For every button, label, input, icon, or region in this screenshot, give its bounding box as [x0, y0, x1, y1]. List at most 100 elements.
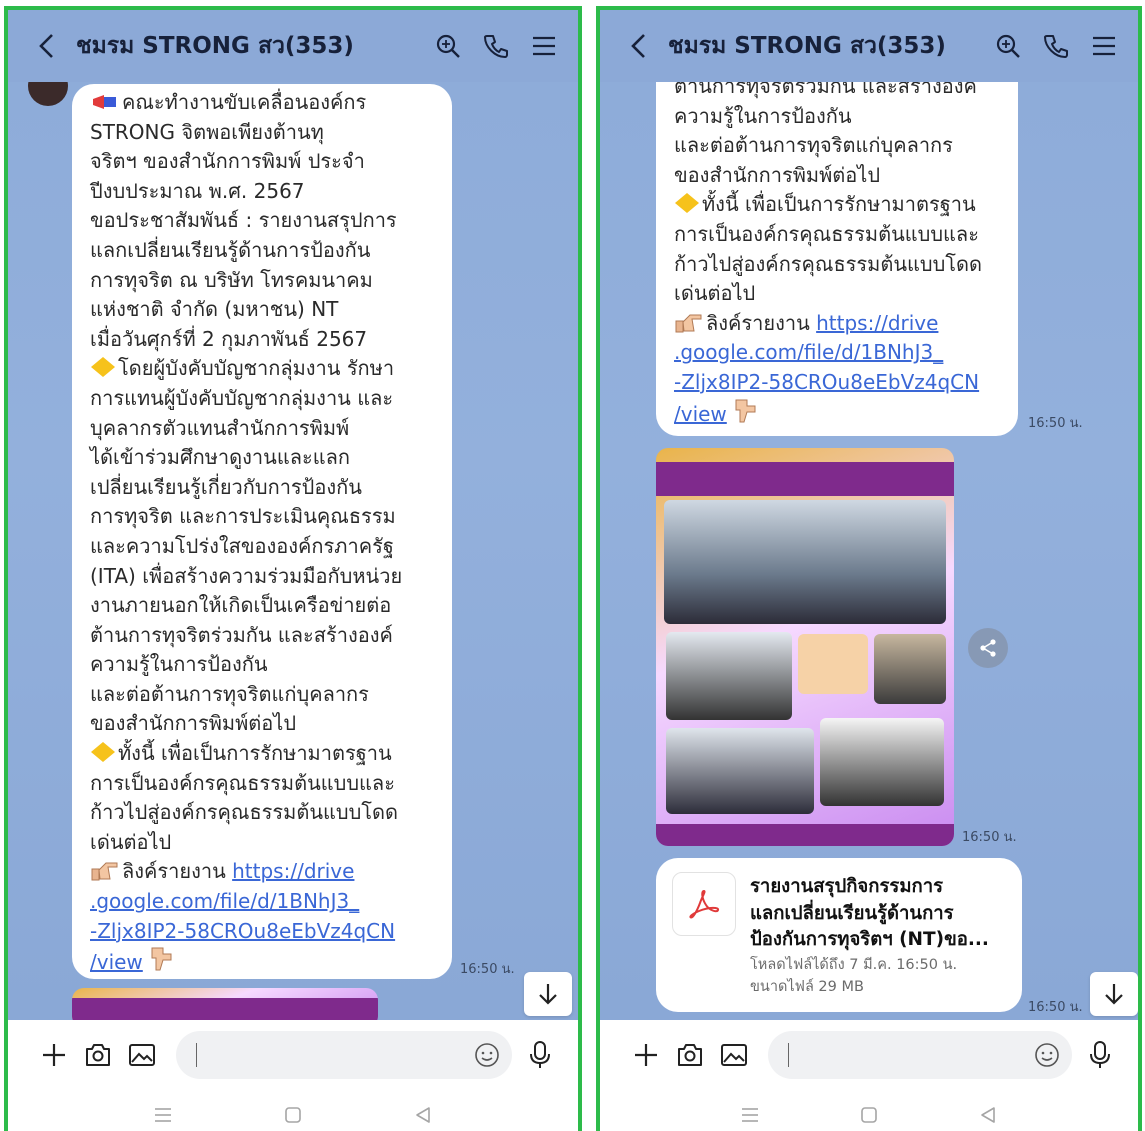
emoji-icon[interactable] [474, 1042, 500, 1068]
microphone-icon [1090, 1041, 1110, 1068]
left-phone-screenshot: ชมรม STRONG สว(353) คณะทำงานขับเคลื่อนอง… [4, 6, 582, 1131]
camera-button[interactable] [670, 1035, 710, 1075]
report-link[interactable]: .google.com/file/d/1BNhJ3_ [674, 338, 1000, 368]
report-image[interactable] [656, 448, 954, 846]
search-icon [436, 34, 460, 58]
message-line: เด่นต่อไป [674, 281, 756, 306]
chat-header: ชมรม STRONG สว(353) [8, 10, 578, 82]
message-line: ทั้งนี้ เพื่อเป็นการรักษามาตรฐาน [702, 192, 976, 217]
yellow-diamond-icon [675, 193, 699, 214]
share-icon [980, 639, 996, 657]
link-prefix: ลิงค์รายงาน [706, 310, 810, 335]
message-line: และต่อต้านการทุจริตแก่บุคลากร [674, 133, 953, 158]
message-time: 16:50 น. [460, 962, 515, 977]
message-line: คณะทำงานขับเคลื่อนองค์กร [122, 90, 367, 114]
message-line: ปีงบประมาณ พ.ศ. 2567 [90, 178, 305, 203]
call-button[interactable] [476, 26, 516, 66]
chat-title: ชมรม STRONG สว(353) [668, 33, 946, 59]
message-line: เปลี่ยนเรียนรู้เกี่ยวกับการป้องกัน [90, 474, 362, 499]
message-line: ของสำนักการพิมพ์ต่อไป [90, 711, 297, 736]
share-button[interactable] [968, 628, 1008, 668]
add-button[interactable] [626, 1035, 666, 1075]
back-nav-button[interactable] [968, 1100, 1008, 1130]
recent-apps-button[interactable] [730, 1100, 770, 1130]
message-line: ต้านการทุจริตร่วมกัน และสร้างองค์ [90, 622, 393, 647]
home-button[interactable] [849, 1100, 889, 1130]
message-line: ก้าวไปสู่องค์กรคุณธรรมต้นแบบโดด [674, 251, 983, 276]
gallery-button[interactable] [122, 1035, 162, 1075]
report-link[interactable]: -Zljx8IP2-58CROu8eEbVz4qCN [674, 368, 1000, 398]
plus-icon [635, 1044, 657, 1066]
report-link[interactable]: https://drive [232, 859, 354, 883]
home-button[interactable] [273, 1100, 313, 1130]
report-image-thumbnail[interactable] [72, 988, 378, 1020]
message-time: 16:50 น. [1028, 416, 1083, 431]
message-input-bar [600, 1020, 1138, 1090]
report-link[interactable]: -Zljx8IP2-58CROu8eEbVz4qCN [90, 917, 434, 947]
message-input[interactable] [176, 1031, 512, 1079]
message-line: ขอประชาสัมพันธ์ : รายงานสรุปการ [90, 208, 397, 233]
report-link[interactable]: /view [90, 950, 143, 974]
voice-button[interactable] [1080, 1035, 1120, 1075]
message-line: โดยผู้บังคับบัญชากลุ่มงาน รักษา [118, 356, 395, 381]
scroll-down-button[interactable] [524, 972, 572, 1016]
megaphone-icon [93, 95, 116, 109]
search-button[interactable] [988, 26, 1028, 66]
yellow-diamond-icon [91, 742, 115, 763]
file-expiry: โหลดไฟล์ได้ถึง 7 มี.ค. 16:50 น. [750, 956, 958, 973]
chat-area[interactable]: ต้านการทุจริตร่วมกัน และสร้างองค์ ความรู… [600, 82, 1138, 1020]
message-text-field[interactable] [196, 1043, 474, 1067]
search-button[interactable] [428, 26, 468, 66]
message-line: STRONG จิตพอเพียงต้านทุ [90, 119, 324, 144]
pointing-hand-down-icon [151, 947, 172, 971]
message-input[interactable] [768, 1031, 1072, 1079]
report-link[interactable]: https://drive [816, 311, 938, 335]
file-size: ขนาดไฟล์ 29 MB [750, 978, 864, 995]
message-line: ต้านการทุจริตร่วมกัน และสร้างองค์ [674, 82, 977, 98]
yellow-diamond-icon [91, 357, 115, 378]
hamburger-menu-icon [533, 36, 555, 56]
back-button[interactable] [32, 31, 62, 61]
message-line: การแทนผู้บังคับบัญชากลุ่มงาน และ [90, 385, 394, 410]
message-line: และความโปร่งใสขององค์กรภาครัฐ [90, 533, 394, 558]
camera-button[interactable] [78, 1035, 118, 1075]
file-title: ป้องกันการทุจริตฯ (NT)ขอ... [750, 929, 989, 950]
message-text-field[interactable] [788, 1043, 1034, 1067]
arrow-down-icon [539, 984, 557, 1005]
message-bubble[interactable]: คณะทำงานขับเคลื่อนองค์กร STRONG จิตพอเพี… [72, 84, 452, 979]
back-nav-button[interactable] [403, 1100, 443, 1130]
image-icon [721, 1044, 747, 1066]
back-triangle-icon [416, 1107, 430, 1123]
chat-header: ชมรม STRONG สว(353) [600, 10, 1138, 82]
message-line: แลกเปลี่ยนเรียนรู้ด้านการป้องกัน [90, 237, 371, 262]
gallery-button[interactable] [714, 1035, 754, 1075]
phone-icon [1044, 35, 1068, 58]
file-title: รายงานสรุปกิจกรรมการ [750, 876, 944, 897]
pointing-hand-right-icon [91, 862, 118, 881]
link-prefix: ลิงค์รายงาน [122, 859, 226, 884]
scroll-down-button[interactable] [1090, 972, 1138, 1016]
recent-apps-button[interactable] [143, 1100, 183, 1130]
message-line: แห่งชาติ จำกัด (มหาชน) NT [90, 297, 339, 322]
image-icon [129, 1044, 155, 1066]
back-triangle-icon [981, 1107, 996, 1123]
home-square-icon [285, 1107, 301, 1123]
emoji-icon[interactable] [1034, 1042, 1060, 1068]
camera-icon [678, 1044, 702, 1066]
message-bubble[interactable]: ต้านการทุจริตร่วมกัน และสร้างองค์ ความรู… [656, 82, 1018, 436]
back-button[interactable] [624, 31, 654, 61]
report-link[interactable]: .google.com/file/d/1BNhJ3_ [90, 887, 434, 917]
message-input-bar [8, 1020, 578, 1090]
file-attachment[interactable]: รายงานสรุปกิจกรรมการ แลกเปลี่ยนเรียนรู้ด… [656, 858, 1022, 1012]
call-button[interactable] [1036, 26, 1076, 66]
camera-icon [86, 1044, 110, 1066]
message-line: ความรู้ในการป้องกัน [90, 652, 268, 677]
avatar[interactable] [28, 82, 68, 106]
file-title: แลกเปลี่ยนเรียนรู้ด้านการ [750, 902, 954, 924]
add-button[interactable] [34, 1035, 74, 1075]
voice-button[interactable] [520, 1035, 560, 1075]
chat-area[interactable]: คณะทำงานขับเคลื่อนองค์กร STRONG จิตพอเพี… [8, 82, 578, 1020]
report-link[interactable]: /view [674, 402, 727, 426]
menu-button[interactable] [524, 26, 564, 66]
menu-button[interactable] [1084, 26, 1124, 66]
